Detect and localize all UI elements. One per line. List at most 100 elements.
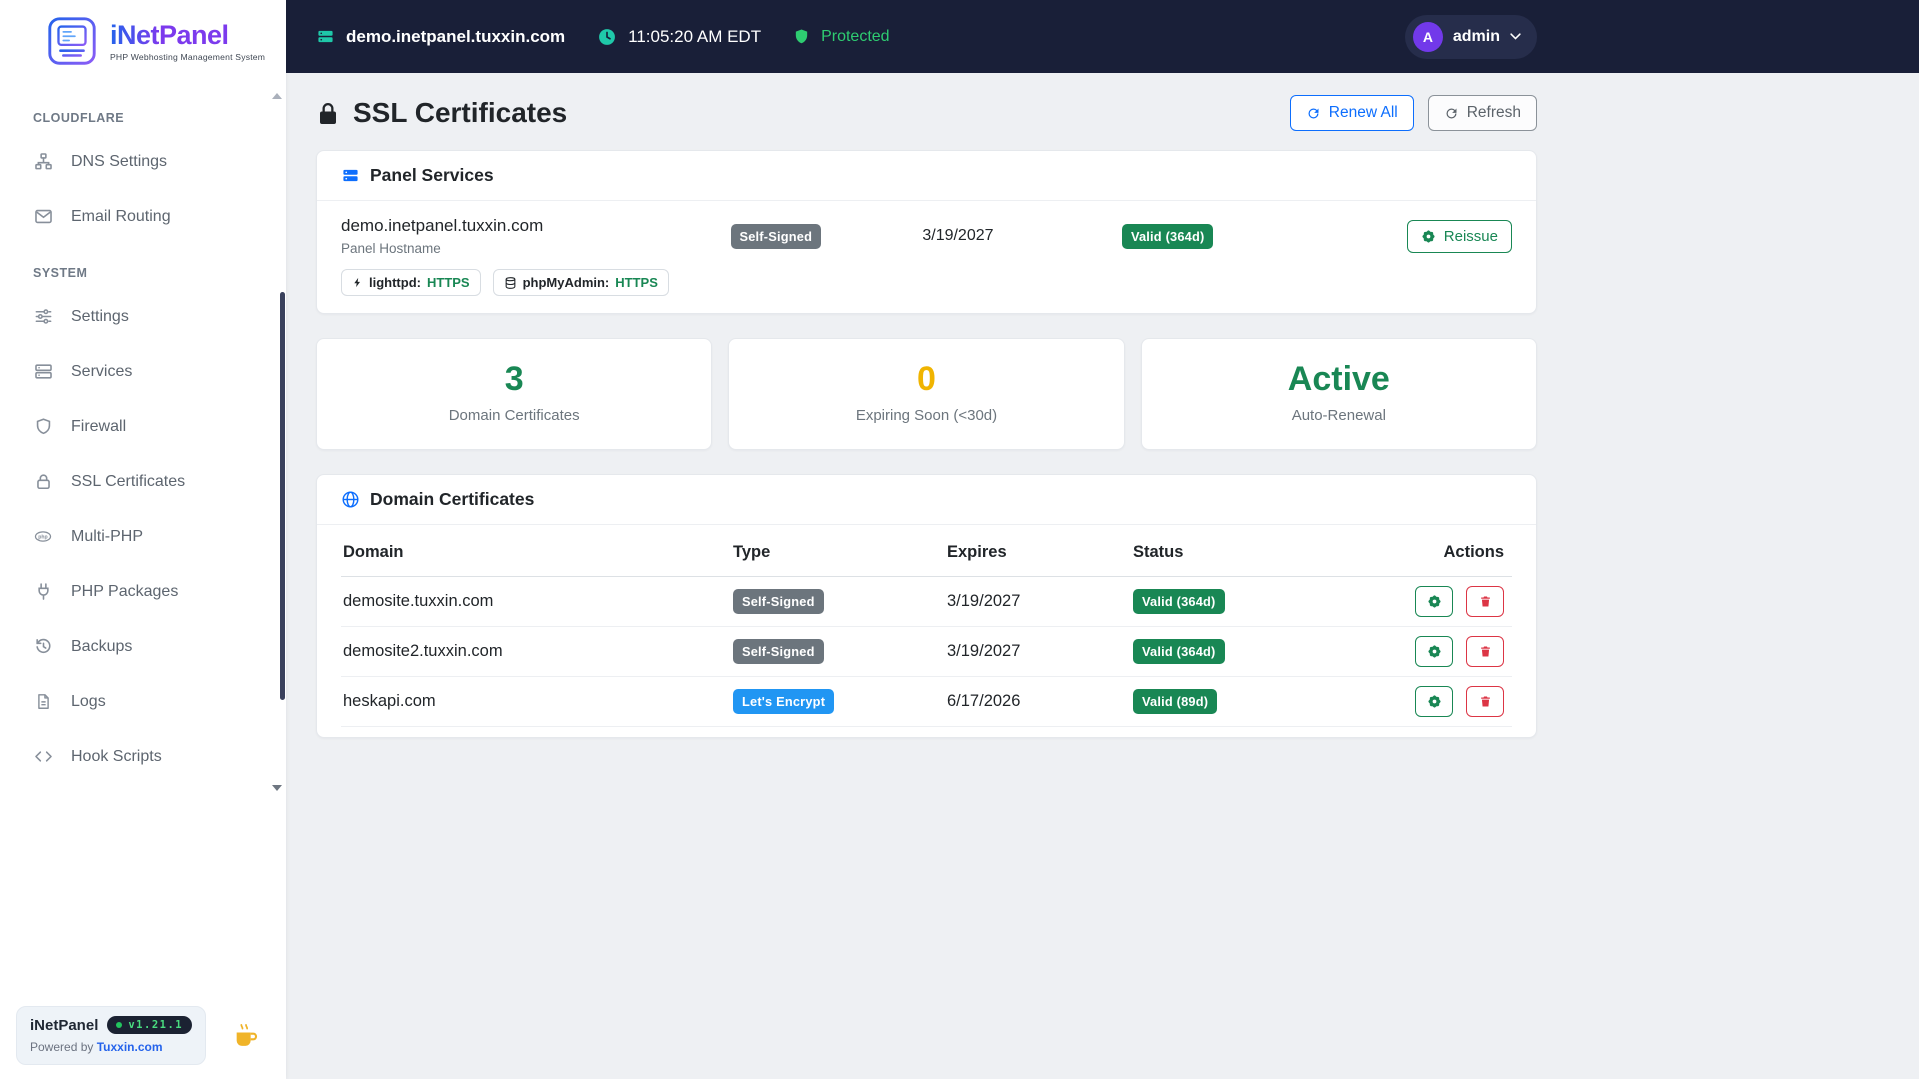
- domain-cell: demosite.tuxxin.com: [341, 576, 725, 628]
- delete-button[interactable]: [1466, 636, 1504, 668]
- server-icon: [341, 167, 360, 184]
- sidebar-item-label: Services: [71, 362, 133, 380]
- lock-icon: [316, 100, 340, 127]
- stat-auto-renewal: Active Auto-Renewal: [1140, 338, 1537, 451]
- sidebar-item-firewall[interactable]: Firewall: [0, 399, 286, 454]
- sidebar-scrollbar[interactable]: [280, 292, 285, 700]
- envelope-icon: [33, 207, 53, 226]
- sidebar-item-services[interactable]: Services: [0, 344, 286, 399]
- stat-label: Domain Certificates: [448, 407, 580, 425]
- sidebar-item-label: Multi-PHP: [71, 527, 144, 545]
- sidebar-item-label: PHP Packages: [71, 582, 179, 600]
- sidebar-footer: iNetPanel v1.21.1 Powered by Tuxxin.com: [0, 1006, 286, 1079]
- stat-label: Auto-Renewal: [1291, 407, 1386, 425]
- status-badge: Valid (89d): [1133, 689, 1218, 715]
- sidebar-item-label: Hook Scripts: [71, 747, 162, 765]
- expires-cell: 6/17/2026: [939, 676, 1125, 728]
- section-label-cloudflare: CLOUDFLARE: [33, 111, 125, 125]
- domain-cell: heskapi.com: [341, 676, 725, 728]
- lighttpd-tag: lighttpd: HTTPS: [341, 269, 481, 296]
- sidebar-item-multi-php[interactable]: php Multi-PHP: [0, 509, 286, 564]
- sidebar-item-dns-settings[interactable]: DNS Settings: [0, 134, 286, 189]
- version-badge[interactable]: v1.21.1: [107, 1016, 193, 1034]
- table-row: demosite.tuxxin.com Self-Signed 3/19/202…: [341, 576, 1512, 628]
- sidebar-item-logs[interactable]: Logs: [0, 674, 286, 729]
- logo-title: iNetPanel: [110, 20, 229, 50]
- bolt-icon: [352, 276, 363, 289]
- powered-by-text: Powered by: [30, 1040, 94, 1054]
- user-menu[interactable]: A admin: [1404, 14, 1537, 59]
- certificate-seal-icon: [1421, 229, 1436, 244]
- sidebar-item-settings[interactable]: Settings: [0, 289, 286, 344]
- sidebar-nav: CLOUDFLARE DNS Settings Email Routing SY…: [0, 97, 286, 1006]
- panel-hostname: demo.inetpanel.tuxxin.com: [316, 27, 565, 47]
- sidebar-item-ssl-certificates[interactable]: SSL Certificates: [0, 454, 286, 509]
- server-icon: [33, 362, 53, 381]
- status-badge: Valid (364d): [1133, 639, 1225, 665]
- footer-brand: iNetPanel: [30, 1016, 99, 1034]
- sidebar-item-label: Email Routing: [71, 207, 171, 225]
- reissue-button[interactable]: [1415, 686, 1454, 718]
- stat-label: Expiring Soon (<30d): [855, 407, 998, 425]
- panel-services-title: Panel Services: [370, 165, 494, 185]
- domain-certificates-table: Domain Type Expires Status Actions demos…: [341, 529, 1512, 728]
- file-lines-icon: [33, 692, 53, 711]
- shield-icon: [33, 417, 53, 436]
- reissue-button[interactable]: [1415, 586, 1454, 618]
- domain-certificates-title: Domain Certificates: [370, 489, 535, 510]
- type-badge: Let's Encrypt: [733, 689, 835, 715]
- sidebar-item-label: DNS Settings: [71, 152, 168, 170]
- cert-status-badge: Valid (364d): [1121, 223, 1214, 249]
- section-label-system: SYSTEM: [33, 266, 88, 280]
- server-time: 11:05:20 AM EDT: [597, 27, 761, 47]
- rotate-icon: [1444, 106, 1459, 121]
- sidebar-item-email-routing[interactable]: Email Routing: [0, 189, 286, 244]
- code-icon: [33, 747, 53, 766]
- renew-all-button[interactable]: Renew All: [1289, 95, 1414, 131]
- stat-value: 0: [917, 360, 936, 398]
- stat-value: 3: [504, 360, 524, 398]
- main-area: demo.inetpanel.tuxxin.com 11:05:20 AM ED…: [286, 0, 1919, 1079]
- delete-button[interactable]: [1466, 686, 1504, 718]
- delete-button[interactable]: [1466, 586, 1504, 618]
- column-header-actions: Actions: [1375, 529, 1512, 578]
- app-root: iNetPanel PHP Webhosting Management Syst…: [0, 0, 1919, 1079]
- footer-brand-card: iNetPanel v1.21.1 Powered by Tuxxin.com: [16, 1006, 207, 1065]
- stat-expiring-soon: 0 Expiring Soon (<30d): [728, 338, 1125, 451]
- globe-icon: [341, 490, 360, 509]
- sidebar-item-label: Settings: [71, 307, 129, 325]
- cert-type-badge: Self-Signed: [730, 223, 822, 249]
- sliders-icon: [33, 307, 53, 326]
- panel-hostname-caption: Panel Hostname: [341, 241, 441, 256]
- sitemap-icon: [33, 152, 53, 171]
- sidebar-item-label: Firewall: [71, 417, 127, 435]
- sidebar-scroll-up-arrow[interactable]: [272, 93, 282, 99]
- column-header-status: Status: [1125, 529, 1375, 578]
- user-name: admin: [1452, 27, 1500, 45]
- sidebar-item-label: Backups: [71, 637, 133, 655]
- sidebar-item-php-packages[interactable]: PHP Packages: [0, 564, 286, 619]
- coffee-mug-icon[interactable]: [232, 1022, 260, 1050]
- version-label: v1.21.1: [128, 1019, 184, 1031]
- logo[interactable]: iNetPanel PHP Webhosting Management Syst…: [0, 0, 286, 75]
- stats-row: 3 Domain Certificates 0 Expiring Soon (<…: [316, 338, 1537, 451]
- column-header-type: Type: [725, 529, 939, 578]
- version-status-dot: [116, 1022, 123, 1028]
- sidebar-scroll-down-arrow[interactable]: [272, 785, 282, 791]
- type-badge: Self-Signed: [733, 589, 824, 615]
- php-icon: php: [33, 527, 53, 546]
- reissue-button[interactable]: [1415, 636, 1454, 668]
- expires-cell: 3/19/2027: [939, 626, 1125, 678]
- svg-text:php: php: [38, 534, 47, 540]
- logo-subtitle: PHP Webhosting Management System: [110, 52, 266, 62]
- protected-label: Protected: [821, 27, 890, 45]
- sidebar-item-backups[interactable]: Backups: [0, 619, 286, 674]
- clock-icon: [597, 27, 617, 47]
- sidebar: iNetPanel PHP Webhosting Management Syst…: [0, 0, 286, 1079]
- tuxxin-link[interactable]: Tuxxin.com: [97, 1040, 163, 1054]
- refresh-button[interactable]: Refresh: [1427, 95, 1537, 131]
- panel-services-card: Panel Services demo.inetpanel.tuxxin.com…: [316, 150, 1537, 314]
- reissue-button[interactable]: Reissue: [1406, 219, 1512, 253]
- sidebar-item-hook-scripts[interactable]: Hook Scripts: [0, 729, 286, 784]
- avatar: A: [1412, 21, 1443, 52]
